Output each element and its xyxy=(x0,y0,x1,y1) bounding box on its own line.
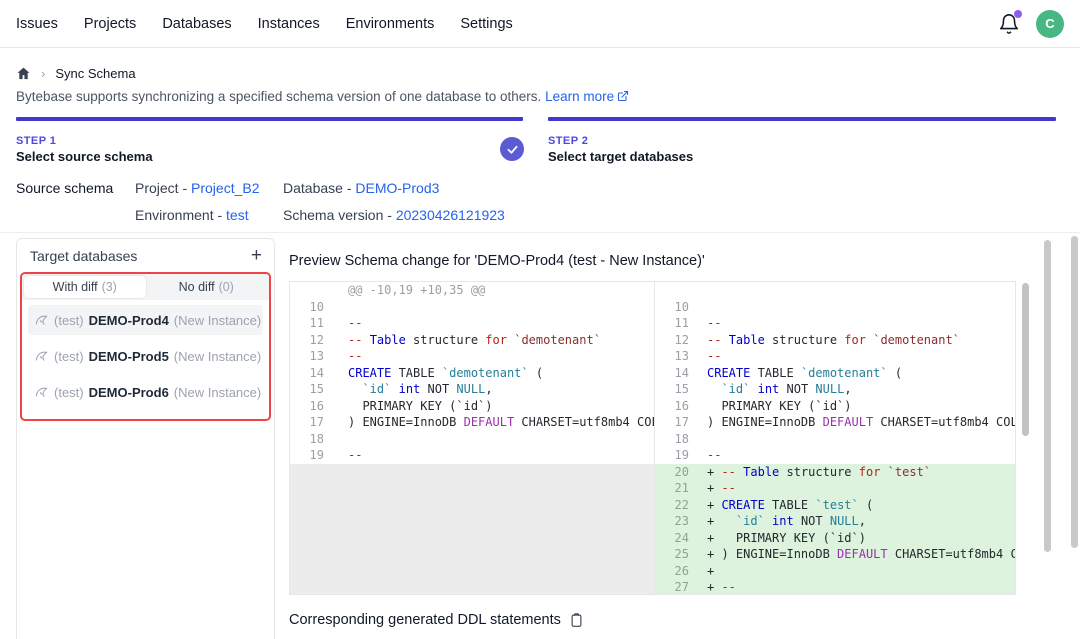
diff-line: 12-- Table structure for `demotenant` xyxy=(655,332,1015,349)
diff-line: 14CREATE TABLE `demotenant` ( xyxy=(290,365,654,382)
diff-tabs: With diff (3) No diff (0) xyxy=(22,274,269,300)
diff-line xyxy=(290,546,654,563)
tab-no-diff[interactable]: No diff (0) xyxy=(146,276,268,298)
top-nav: Issues Projects Databases Instances Envi… xyxy=(0,0,1080,48)
notification-dot xyxy=(1014,10,1022,18)
home-icon[interactable] xyxy=(16,66,31,81)
diff-line xyxy=(290,513,654,530)
step2-title: Select target databases xyxy=(548,149,693,164)
diff-line: 18 xyxy=(290,431,654,448)
diff-line: 19-- xyxy=(655,447,1015,464)
main-divider xyxy=(0,232,1080,233)
diff-line: 27+ -- xyxy=(655,579,1015,594)
diff-line xyxy=(290,530,654,547)
diff-line: 14CREATE TABLE `demotenant` ( xyxy=(655,365,1015,382)
db-item-demo-prod4[interactable]: (test) DEMO-Prod4 (New Instance) xyxy=(28,305,263,335)
nav-item-projects[interactable]: Projects xyxy=(84,16,136,32)
source-schema-version-field: Schema version - 20230426121923 xyxy=(283,207,505,223)
nav-item-databases[interactable]: Databases xyxy=(162,16,231,32)
tab-with-diff[interactable]: With diff (3) xyxy=(24,276,146,298)
source-database-field: Database - DEMO-Prod3 xyxy=(283,180,439,196)
diff-pane-modified[interactable]: 1011--12-- Table structure for `demotena… xyxy=(655,282,1015,594)
diff-line: 18 xyxy=(655,431,1015,448)
diff-line: 11-- xyxy=(655,315,1015,332)
diff-line: 20+ -- Table structure for `test` xyxy=(655,464,1015,481)
diff-line xyxy=(290,480,654,497)
project-link[interactable]: Project_B2 xyxy=(191,180,259,196)
target-databases-title: Target databases xyxy=(30,248,137,264)
breadcrumb-chevron-icon: › xyxy=(41,66,45,81)
nav-item-settings[interactable]: Settings xyxy=(460,16,512,32)
mysql-dolphin-icon xyxy=(35,385,49,399)
diff-line: 10 xyxy=(655,299,1015,316)
diff-line: 19-- xyxy=(290,447,654,464)
copy-ddl-icon[interactable] xyxy=(569,612,584,628)
breadcrumb: › Sync Schema xyxy=(16,64,136,82)
diff-line: 11-- xyxy=(290,315,654,332)
diff-line: 17) ENGINE=InnoDB DEFAULT CHARSET=utf8mb… xyxy=(655,414,1015,431)
diff-line: 12-- Table structure for `demotenant` xyxy=(290,332,654,349)
add-target-database-button[interactable]: + xyxy=(251,249,262,263)
page-scrollbar[interactable] xyxy=(1071,236,1078,548)
ddl-statements-title: Corresponding generated DDL statements xyxy=(289,612,561,628)
target-database-list: (test) DEMO-Prod4 (New Instance) (test) … xyxy=(22,300,269,418)
db-item-demo-prod5[interactable]: (test) DEMO-Prod5 (New Instance) xyxy=(28,341,263,371)
diff-line: 16 PRIMARY KEY (`id`) xyxy=(290,398,654,415)
mysql-dolphin-icon xyxy=(35,313,49,327)
diff-line xyxy=(290,464,654,481)
step2-progress-bar xyxy=(548,117,1056,121)
step1-complete-check-icon xyxy=(500,137,524,161)
diff-line: 26+ xyxy=(655,563,1015,580)
source-project-field: Project - Project_B2 xyxy=(135,180,260,196)
nav-item-environments[interactable]: Environments xyxy=(346,16,435,32)
notification-bell-icon[interactable] xyxy=(998,13,1020,35)
diff-line: 25+ ) ENGINE=InnoDB DEFAULT CHARSET=utf8… xyxy=(655,546,1015,563)
step2-label: STEP 2 xyxy=(548,135,588,147)
diff-line: 21+ -- xyxy=(655,480,1015,497)
breadcrumb-page-title: Sync Schema xyxy=(55,66,135,81)
source-schema-label: Source schema xyxy=(16,180,113,196)
step1-title: Select source schema xyxy=(16,149,153,164)
source-environment-field: Environment - test xyxy=(135,207,249,223)
user-avatar[interactable]: C xyxy=(1036,10,1064,38)
diff-line: @@ -10,19 +10,35 @@ xyxy=(290,282,654,299)
schema-diff-editor[interactable]: @@ -10,19 +10,35 @@1011--12-- Table stru… xyxy=(289,281,1016,595)
target-databases-highlight-box: With diff (3) No diff (0) (test) DEMO-Pr… xyxy=(20,272,271,421)
diff-line xyxy=(655,282,1015,299)
diff-line: 17) ENGINE=InnoDB DEFAULT CHARSET=utf8mb… xyxy=(290,414,654,431)
diff-line: 15 `id` int NOT NULL, xyxy=(290,381,654,398)
nav-item-instances[interactable]: Instances xyxy=(258,16,320,32)
external-link-icon[interactable] xyxy=(617,90,629,102)
diff-line: 24+ PRIMARY KEY (`id`) xyxy=(655,530,1015,547)
learn-more-link[interactable]: Learn more xyxy=(545,89,614,104)
diff-line xyxy=(290,497,654,514)
diff-line xyxy=(290,563,654,580)
target-databases-panel: Target databases + With diff (3) No diff… xyxy=(16,238,275,639)
diff-line: 16 PRIMARY KEY (`id`) xyxy=(655,398,1015,415)
diff-line: 13-- xyxy=(290,348,654,365)
diff-line: 22+ CREATE TABLE `test` ( xyxy=(655,497,1015,514)
diff-pane-original[interactable]: @@ -10,19 +10,35 @@1011--12-- Table stru… xyxy=(290,282,654,594)
editor-scrollbar[interactable] xyxy=(1022,283,1029,436)
diff-line xyxy=(290,579,654,594)
step1-progress-bar xyxy=(16,117,523,121)
diff-line: 13-- xyxy=(655,348,1015,365)
sync-schema-page: Issues Projects Databases Instances Envi… xyxy=(0,0,1080,639)
nav-item-issues[interactable]: Issues xyxy=(16,16,58,32)
diff-line: 23+ `id` int NOT NULL, xyxy=(655,513,1015,530)
schema-version-link[interactable]: 20230426121923 xyxy=(396,207,505,223)
database-link[interactable]: DEMO-Prod3 xyxy=(355,180,439,196)
step1-label: STEP 1 xyxy=(16,135,56,147)
intro-text: Bytebase supports synchronizing a specif… xyxy=(16,89,629,104)
preview-title: Preview Schema change for 'DEMO-Prod4 (t… xyxy=(289,253,705,269)
db-item-demo-prod6[interactable]: (test) DEMO-Prod6 (New Instance) xyxy=(28,377,263,407)
diff-line: 10 xyxy=(290,299,654,316)
environment-link[interactable]: test xyxy=(226,207,249,223)
mysql-dolphin-icon xyxy=(35,349,49,363)
preview-panel-scrollbar[interactable] xyxy=(1044,240,1051,552)
diff-line: 15 `id` int NOT NULL, xyxy=(655,381,1015,398)
